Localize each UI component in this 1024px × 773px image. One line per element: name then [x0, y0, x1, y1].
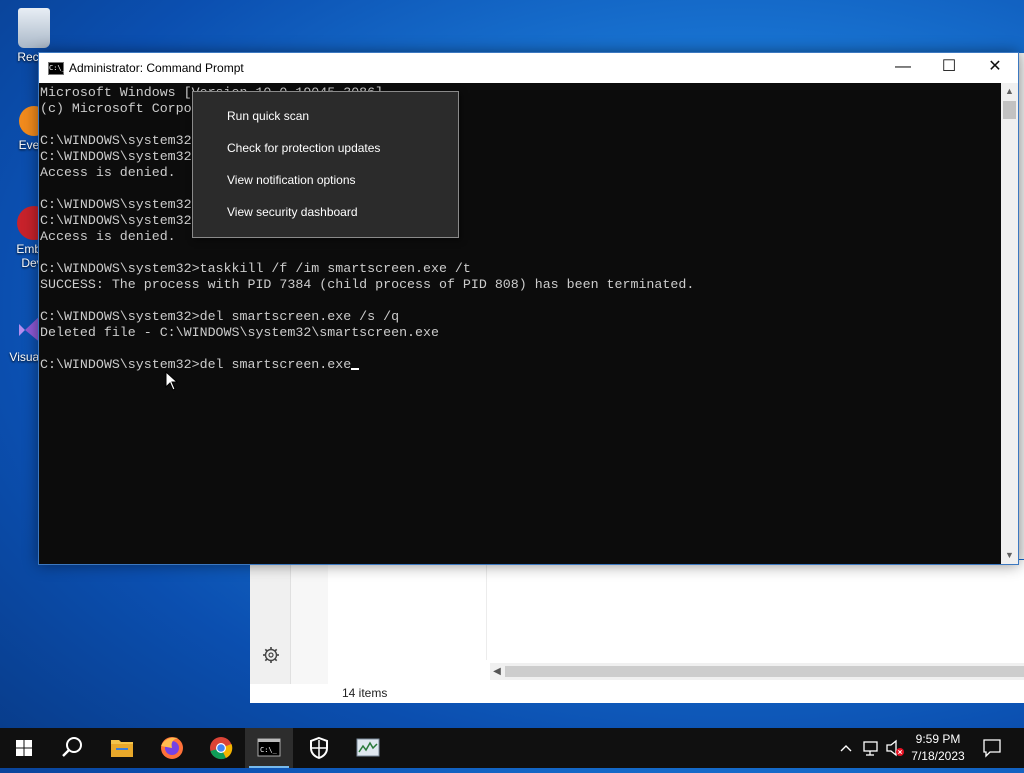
scrollbar-thumb[interactable] [1003, 101, 1016, 119]
settings-gear-icon[interactable] [262, 646, 280, 664]
taskbar-task-manager[interactable] [344, 728, 392, 768]
taskbar-command-prompt[interactable]: C:\_ [245, 728, 293, 768]
taskbar: C:\_ 9:59 PM 7/18/2023 [0, 728, 1024, 768]
task-manager-icon [356, 738, 380, 757]
console-line: C:\WINDOWS\system32> [40, 197, 200, 212]
shield-icon [310, 736, 328, 760]
taskbar-firefox[interactable] [148, 728, 196, 768]
console-line: Access is denied. [40, 165, 176, 180]
search-icon [62, 737, 82, 757]
network-icon [863, 741, 878, 756]
show-hidden-icons-button[interactable] [836, 728, 856, 768]
console-line: C:\WINDOWS\system32> [40, 133, 200, 148]
console-line: Deleted file - C:\WINDOWS\system32\smart… [40, 325, 439, 340]
folder-icon [111, 740, 133, 757]
minimize-button[interactable]: — [880, 53, 926, 83]
item-count: 14 items [342, 686, 388, 700]
explorer-status-bar: 14 items [328, 684, 1024, 703]
menu-item-security-dashboard[interactable]: View security dashboard [193, 196, 458, 228]
cmd-app-icon: C:\_ [48, 62, 66, 75]
console-line: SUCCESS: The process with PID 7384 (chil… [40, 277, 695, 292]
minimize-icon: — [895, 58, 911, 75]
menu-item-run-quick-scan[interactable]: Run quick scan [193, 100, 458, 132]
console-output[interactable]: Microsoft Windows [Version 10.0.19045.30… [39, 83, 1001, 564]
scrollbar-thumb[interactable] [505, 666, 1024, 677]
clock-date: 7/18/2023 [911, 749, 965, 763]
search-button[interactable] [48, 728, 96, 768]
taskbar-windows-security[interactable] [295, 728, 343, 768]
clock-time: 9:59 PM [915, 732, 961, 746]
file-explorer-window[interactable]: ◀ 14 items [250, 560, 1024, 703]
window-titlebar[interactable]: C:\_ Administrator: Command Prompt — ☐ ✕ [39, 53, 1018, 83]
scroll-down-icon[interactable]: ▼ [1001, 547, 1018, 564]
firefox-icon [161, 737, 183, 759]
menu-item-notification-options[interactable]: View notification options [193, 164, 458, 196]
maximize-button[interactable]: ☐ [926, 53, 972, 83]
text-cursor [351, 368, 360, 370]
windows-logo-icon [16, 740, 32, 756]
action-center-button[interactable] [980, 728, 1004, 768]
console-line: C:\WINDOWS\system32>del smartscreen.exe … [40, 309, 400, 324]
taskbar-clock[interactable]: 9:59 PM 7/18/2023 [900, 731, 976, 765]
console-line: C:\WINDOWS\system32> [40, 149, 200, 164]
notifications-icon [983, 739, 1001, 758]
svg-text:C:\_: C:\_ [260, 746, 278, 754]
console-line: C:\WINDOWS\system32>del smartscreen.exe [40, 357, 1001, 373]
menu-item-check-updates[interactable]: Check for protection updates [193, 132, 458, 164]
close-button[interactable]: ✕ [972, 53, 1018, 83]
close-icon: ✕ [988, 58, 1002, 75]
console-line: Access is denied. [40, 229, 176, 244]
chevron-up-icon [840, 745, 852, 752]
console-line: C:\WINDOWS\system32> [40, 213, 200, 228]
window-title: Administrator: Command Prompt [69, 61, 244, 75]
console-line: Microsoft Windows [Version 10.0.19045.30… [40, 85, 383, 100]
command-prompt-icon: C:\_ [257, 738, 281, 757]
horizontal-scrollbar[interactable]: ◀ [490, 663, 1024, 680]
console-line: (c) Microsoft Corporation. All rights re… [40, 101, 415, 116]
explorer-nav-pane-divider [290, 560, 329, 684]
scroll-left-icon[interactable]: ◀ [490, 663, 504, 680]
taskbar-chrome[interactable] [197, 728, 245, 768]
network-status[interactable] [860, 728, 882, 768]
recycle-bin-icon [18, 8, 50, 48]
mouse-pointer-icon [165, 370, 179, 396]
chrome-icon [210, 737, 233, 760]
taskbar-file-explorer[interactable] [98, 728, 146, 768]
start-button[interactable] [0, 728, 48, 768]
console-line: C:\WINDOWS\system32>taskkill /f /im smar… [40, 261, 471, 276]
column-divider [486, 560, 487, 660]
vertical-scrollbar[interactable]: ▲ ▼ [1001, 83, 1018, 564]
scroll-up-icon[interactable]: ▲ [1001, 83, 1018, 100]
command-prompt-window[interactable]: C:\_ Administrator: Command Prompt — ☐ ✕… [38, 52, 1019, 565]
maximize-icon: ☐ [941, 58, 957, 75]
windows-security-context-menu: Run quick scan Check for protection upda… [192, 91, 459, 238]
